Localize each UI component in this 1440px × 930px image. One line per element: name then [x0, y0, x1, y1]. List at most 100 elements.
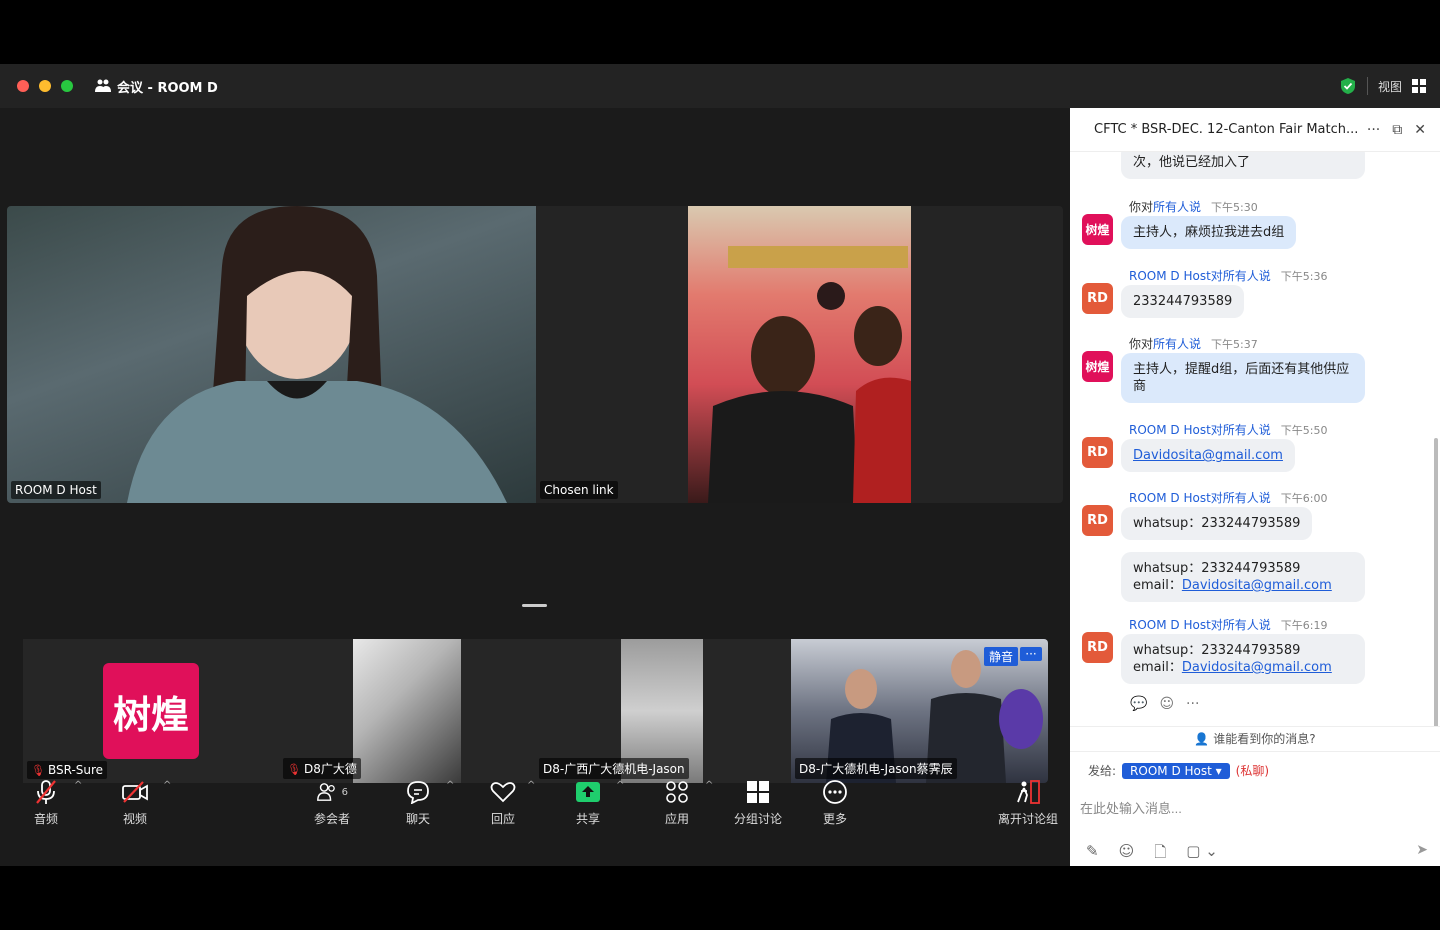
format-text-icon[interactable]: ✎ [1086, 842, 1099, 867]
message-bubble: 主持人，提醒d组，后面还有其他供应商 [1121, 353, 1365, 403]
share-options-caret[interactable]: ^ [616, 780, 624, 791]
chat-panel: CFTC * BSR-DEC. 12-Canton Fair Match... … [1070, 108, 1440, 866]
message-bubble: 233244793589 [1121, 285, 1245, 318]
message-meta: ROOM D Host对所有人说 下午6:00 [1129, 491, 1328, 505]
message-bubble: whatsup：233244793589 email：Davidosita@gm… [1121, 634, 1365, 684]
grid-view-icon[interactable] [1412, 79, 1426, 93]
tile-more-button[interactable]: ··· [1020, 647, 1042, 661]
participant-tile-bsr-sure[interactable]: 树煌 🎙 BSR-Sure [23, 639, 279, 783]
zoom-window-button[interactable] [61, 80, 73, 92]
meeting-toolbar: 音频 ^ 视频 ^ 6 参会者 聊天 ^ 回应 ^ 共享 ^ 应用 ^ 分组讨论… [0, 766, 1070, 866]
chat-bubble-icon [407, 781, 429, 804]
message-meta: ROOM D Host对所有人说 下午6:19 [1129, 618, 1328, 632]
chat-header-actions: ··· ⧉ ✕ [1367, 108, 1426, 152]
leave-breakout-button[interactable]: 离开讨论组 [993, 766, 1063, 827]
message-bubble: whatsup：233244793589 [1121, 507, 1313, 540]
sender-avatar: RD [1082, 505, 1113, 536]
reactions-options-caret[interactable]: ^ [527, 780, 535, 791]
send-icon[interactable]: ➤ [1416, 842, 1428, 858]
send-to-label: 发给: [1088, 764, 1117, 778]
window-title: 会议 - ROOM D [117, 80, 218, 96]
chosen-link-video-feed [688, 206, 911, 503]
participant-avatar: 树煌 [103, 663, 199, 759]
sender-avatar: 树煌 [1082, 351, 1113, 382]
person-icon: 👤 [1194, 732, 1214, 746]
exit-door-icon [1017, 780, 1040, 804]
participant-tile-d8[interactable]: 🎙 D8广大德 [279, 639, 535, 783]
mic-muted-icon [36, 780, 56, 804]
file-icon[interactable]: 🗋 [1154, 842, 1166, 867]
audio-button[interactable]: 音频 [16, 766, 76, 827]
chat-message-input[interactable] [1080, 788, 1430, 828]
video-options-caret[interactable]: ^ [163, 780, 171, 791]
email-link[interactable]: Davidosita@gmail.com [1133, 448, 1283, 463]
participant-video-feed [353, 639, 461, 783]
reactions-button[interactable]: 回应 [473, 766, 533, 827]
tile-name-label: Chosen link [540, 481, 618, 499]
security-shield-icon[interactable] [1339, 77, 1357, 95]
breakout-grid-icon [747, 781, 769, 803]
send-to-row: 发给: ROOM D Host ▾ (私聊) [1088, 762, 1269, 779]
participants-count: 6 [341, 786, 348, 798]
sender-avatar: RD [1082, 437, 1113, 468]
email-link[interactable]: Davidosita@gmail.com [1182, 660, 1332, 675]
participant-tile-d8-jason[interactable]: D8-广西广大德机电-Jason [535, 639, 791, 783]
recipient-dropdown[interactable]: ROOM D Host ▾ [1122, 762, 1230, 779]
message-meta: 你对所有人说 下午5:37 [1129, 337, 1258, 351]
participant-tile-d8-jason-cai[interactable]: 静音 ··· D8-广大德机电-Jason蔡霁辰 [791, 639, 1048, 783]
video-stage: ROOM D Host Chosen link 树煌 🎙 BSR-Sure 🎙 … [0, 108, 1070, 866]
message-actions: 💬 ☺ ··· [1130, 696, 1199, 712]
window-title-area: 会议 - ROOM D [95, 77, 218, 96]
message-bubble: 次，他说已经加入了 [1121, 152, 1365, 179]
popout-icon[interactable]: ⧉ [1392, 122, 1402, 138]
mute-badge-button[interactable]: 静音 [983, 647, 1018, 666]
heart-icon [490, 782, 516, 803]
minimize-window-button[interactable] [39, 80, 51, 92]
reply-icon[interactable]: 💬 [1130, 696, 1147, 712]
breakout-rooms-button[interactable]: 分组讨论 [728, 766, 788, 827]
more-actions-icon[interactable]: ··· [1186, 696, 1199, 712]
chat-button[interactable]: 聊天 [388, 766, 448, 827]
email-link[interactable]: Davidosita@gmail.com [1182, 578, 1332, 593]
emoji-icon[interactable]: ☺ [1119, 842, 1135, 867]
emoji-react-icon[interactable]: ☺ [1159, 696, 1174, 712]
more-button[interactable]: 更多 [805, 766, 865, 827]
chat-input-tools: ✎ ☺ 🗋 ▢ ⌄ [1086, 842, 1218, 867]
who-can-see-link[interactable]: 👤 谁能看到你的消息? [1070, 726, 1440, 752]
apps-options-caret[interactable]: ^ [705, 780, 713, 791]
share-button[interactable]: 共享 [558, 766, 618, 827]
chat-scrollbar[interactable] [1434, 438, 1438, 726]
participant-strip: 树煌 🎙 BSR-Sure 🎙 D8广大德 D8-广西广大德机电-Jason 静… [23, 639, 1048, 783]
chat-options-caret[interactable]: ^ [446, 780, 454, 791]
sender-avatar: 树煌 [1082, 214, 1113, 245]
chat-title: CFTC * BSR-DEC. 12-Canton Fair Match... [1094, 122, 1359, 137]
video-button[interactable]: 视频 [105, 766, 165, 827]
chat-more-icon[interactable]: ··· [1367, 122, 1380, 138]
video-tile-host[interactable]: ROOM D Host [7, 206, 536, 503]
close-window-button[interactable] [17, 80, 29, 92]
strip-drag-handle[interactable] [522, 604, 547, 607]
message-meta: ROOM D Host对所有人说 下午5:50 [1129, 423, 1328, 437]
title-divider [1366, 77, 1368, 95]
host-video-feed [127, 206, 507, 503]
chat-header: CFTC * BSR-DEC. 12-Canton Fair Match... … [1070, 108, 1440, 152]
message-meta: 你对所有人说 下午5:30 [1129, 200, 1258, 214]
share-screen-icon [576, 782, 600, 802]
chat-message-list[interactable]: 次，他说已经加入了 树煌 你对所有人说 下午5:30 主持人，麻烦拉我进去d组 R… [1070, 152, 1440, 726]
apps-button[interactable]: 应用 [647, 766, 707, 827]
window-controls [17, 80, 73, 92]
title-bar: 会议 - ROOM D 视图 [0, 64, 1440, 108]
message-bubble: Davidosita@gmail.com [1121, 439, 1295, 472]
audio-options-caret[interactable]: ^ [74, 780, 82, 791]
sender-avatar: RD [1082, 632, 1113, 663]
more-dots-icon [823, 780, 847, 804]
apps-icon [666, 781, 688, 803]
meeting-window: 会议 - ROOM D 视图 ROOM D Host Chosen link 树… [0, 64, 1440, 866]
participants-button[interactable]: 6 参会者 [302, 766, 362, 827]
message-bubble: whatsup：233244793589 email：Davidosita@gm… [1121, 552, 1365, 602]
view-menu-button[interactable]: 视图 [1378, 78, 1402, 95]
screenshot-icon[interactable]: ▢ ⌄ [1186, 842, 1218, 867]
video-tile-chosen-link[interactable]: Chosen link [536, 206, 1063, 503]
close-icon[interactable]: ✕ [1414, 122, 1426, 138]
message-meta: ROOM D Host对所有人说 下午5:36 [1129, 269, 1328, 283]
